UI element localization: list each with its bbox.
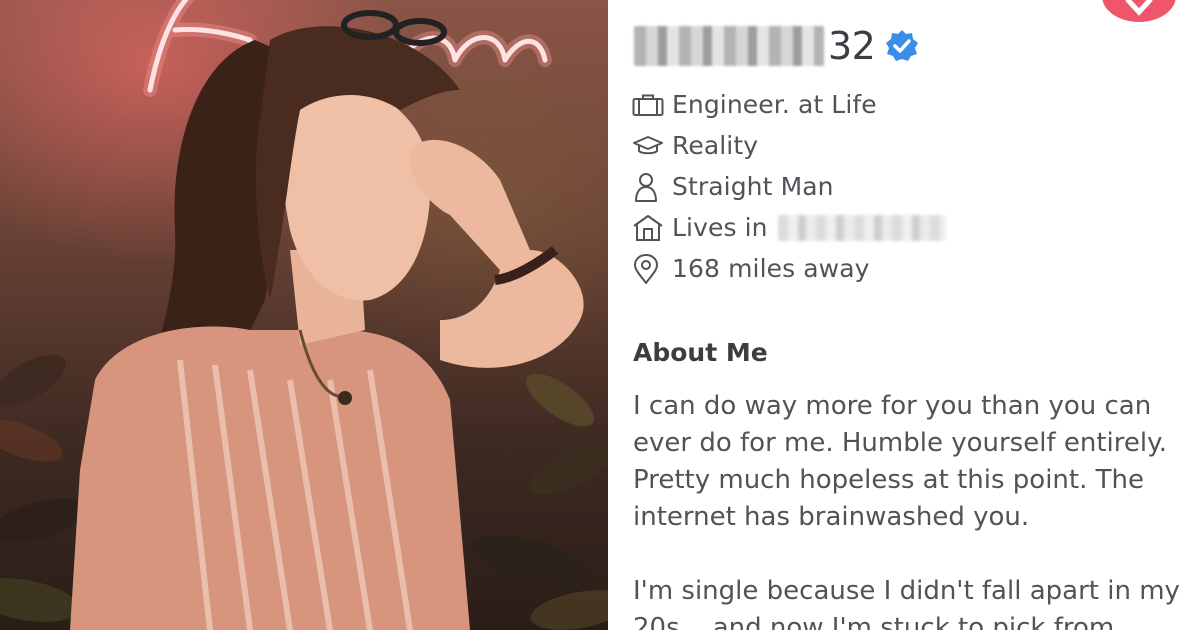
profile-header: 32 <box>634 18 919 74</box>
dress <box>70 326 470 630</box>
profile-panel: 32 Engineer. at Life Reality Straight Ma… <box>608 0 1202 630</box>
info-gender-text: Straight Man <box>672 172 834 201</box>
person-icon <box>632 172 666 202</box>
profile-age: 32 <box>828 24 876 68</box>
info-distance-text: 168 miles away <box>672 254 870 283</box>
location-pin-icon <box>632 253 666 284</box>
info-lives-in: Lives in <box>632 207 946 248</box>
info-gender: Straight Man <box>632 166 946 207</box>
location-redacted <box>777 214 946 241</box>
like-button[interactable] <box>1102 0 1176 22</box>
name-redacted <box>634 26 824 66</box>
info-job-text: Engineer. at Life <box>672 90 877 119</box>
about-me-heading: About Me <box>633 338 768 367</box>
verified-badge-icon <box>886 30 919 61</box>
info-school-text: Reality <box>672 131 759 160</box>
info-school: Reality <box>632 125 946 166</box>
info-job: Engineer. at Life <box>632 84 946 125</box>
photo-illustration <box>0 0 608 630</box>
briefcase-icon <box>632 90 666 120</box>
about-me-text: I can do way more for you than you can e… <box>633 391 1180 630</box>
info-distance: 168 miles away <box>632 248 946 289</box>
graduation-cap-icon <box>632 131 666 161</box>
heart-icon <box>1125 0 1153 16</box>
home-icon <box>632 213 666 243</box>
info-lives-in-text: Lives in <box>672 213 768 242</box>
profile-photo[interactable] <box>0 0 608 630</box>
profile-info-list: Engineer. at Life Reality Straight Man L… <box>632 84 946 289</box>
